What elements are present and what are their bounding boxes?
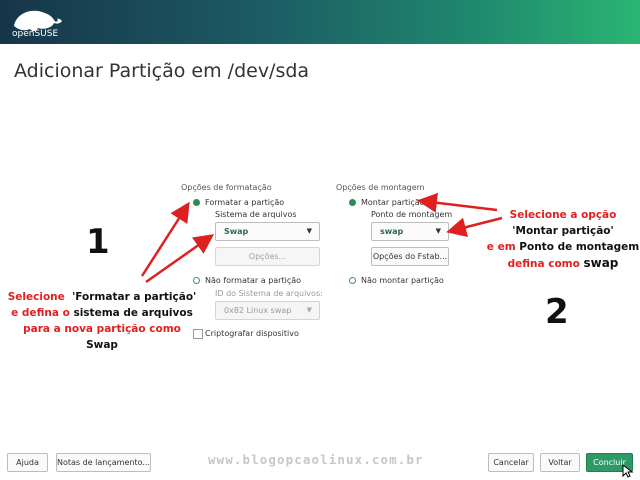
watermark: www.blogopcaolinux.com.br (208, 452, 424, 467)
annotation-number-2: 2 (545, 292, 569, 332)
help-button[interactable]: Ajuda (7, 453, 48, 472)
left-annotation-text: Selecione 'Formatar a partição' e defina… (7, 291, 197, 351)
annotation-arrow (140, 201, 190, 277)
annotation-number-1: 1 (86, 222, 110, 262)
back-button[interactable]: Voltar (540, 453, 580, 472)
mouse-cursor-icon (622, 464, 634, 478)
cancel-button[interactable]: Cancelar (488, 453, 534, 472)
annotation-arrow (145, 234, 215, 284)
release-notes-button[interactable]: Notas de lançamento... (56, 453, 151, 472)
right-annotation-text: Selecione a opção 'Montar partição' e em… (486, 209, 640, 270)
